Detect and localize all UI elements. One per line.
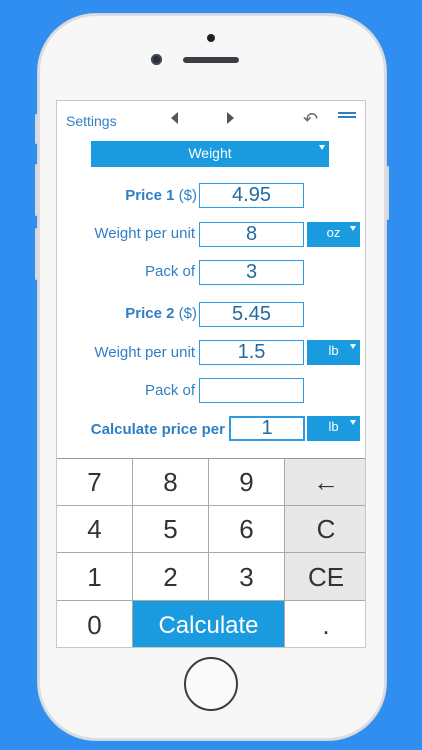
price2-label-text: Price 2 <box>125 305 175 322</box>
key-5[interactable]: 5 <box>133 506 209 553</box>
mode-select[interactable]: Weight <box>91 141 329 167</box>
earpiece-speaker <box>183 57 239 63</box>
key-9[interactable]: 9 <box>209 459 285 506</box>
key-0[interactable]: 0 <box>57 601 133 647</box>
key-8[interactable]: 8 <box>133 459 209 506</box>
price2-label-unit: ($) <box>178 305 197 322</box>
pack2-input[interactable] <box>199 378 304 403</box>
keypad: 7 8 9 ← 4 5 6 C 1 2 3 CE 0 Calculate . <box>57 458 365 647</box>
arrow-left-icon[interactable] <box>171 112 178 124</box>
front-camera <box>151 54 162 65</box>
calc-per-unit-select[interactable]: lb <box>307 416 360 441</box>
key-3[interactable]: 3 <box>209 553 285 601</box>
price1-input[interactable]: 4.95 <box>199 183 304 208</box>
pack1-label: Pack of <box>144 263 195 280</box>
calc-per-unit-value: lb <box>328 419 339 434</box>
chevron-down-icon <box>319 145 325 150</box>
weight2-unit-select[interactable]: lb <box>307 340 360 365</box>
weight1-unit-value: oz <box>326 225 341 240</box>
mode-select-value: Weight <box>188 145 232 161</box>
power-button <box>386 166 389 220</box>
hamburger-menu-icon[interactable] <box>338 112 356 121</box>
clear-key[interactable]: C <box>285 506 365 553</box>
chevron-down-icon <box>350 420 356 425</box>
top-bar: Settings ↶ <box>57 101 365 139</box>
home-button[interactable] <box>184 657 238 711</box>
chevron-down-icon <box>350 226 356 231</box>
weight1-unit-select[interactable]: oz <box>307 222 360 247</box>
weight2-input[interactable]: 1.5 <box>199 340 304 365</box>
calc-per-label-text: Calculate price per <box>90 421 225 438</box>
arrow-right-icon[interactable] <box>227 112 234 124</box>
backspace-key[interactable]: ← <box>285 459 365 506</box>
calculate-button[interactable]: Calculate <box>133 601 285 647</box>
clear-entry-key[interactable]: CE <box>285 553 365 601</box>
proximity-sensor <box>207 34 215 42</box>
price1-label-unit: ($) <box>178 187 197 204</box>
undo-icon[interactable]: ↶ <box>303 109 318 130</box>
key-4[interactable]: 4 <box>57 506 133 553</box>
key-1[interactable]: 1 <box>57 553 133 601</box>
pack1-input[interactable]: 3 <box>199 260 304 285</box>
price1-label: Price 1 ($) <box>125 187 197 204</box>
price1-label-text: Price 1 <box>125 187 175 204</box>
weight2-label: Weight per unit <box>94 344 195 361</box>
key-2[interactable]: 2 <box>133 553 209 601</box>
price2-input[interactable]: 5.45 <box>199 302 304 327</box>
mute-switch <box>35 114 38 144</box>
key-7[interactable]: 7 <box>57 459 133 506</box>
volume-down-button <box>35 228 38 280</box>
calc-per-label: Calculate price per <box>91 421 225 438</box>
calc-per-input[interactable]: 1 <box>229 416 305 441</box>
weight1-label: Weight per unit <box>94 225 195 242</box>
weight1-input[interactable]: 8 <box>199 222 304 247</box>
app-screen: Settings ↶ Weight Price 1 ($) 4.95 Weigh… <box>56 100 366 648</box>
price2-label: Price 2 ($) <box>125 305 197 322</box>
pack2-label: Pack of <box>144 382 195 399</box>
decimal-key[interactable]: . <box>285 601 365 647</box>
weight2-unit-value: lb <box>328 343 339 358</box>
key-6[interactable]: 6 <box>209 506 285 553</box>
chevron-down-icon <box>350 344 356 349</box>
volume-up-button <box>35 164 38 216</box>
settings-link[interactable]: Settings <box>66 113 117 129</box>
